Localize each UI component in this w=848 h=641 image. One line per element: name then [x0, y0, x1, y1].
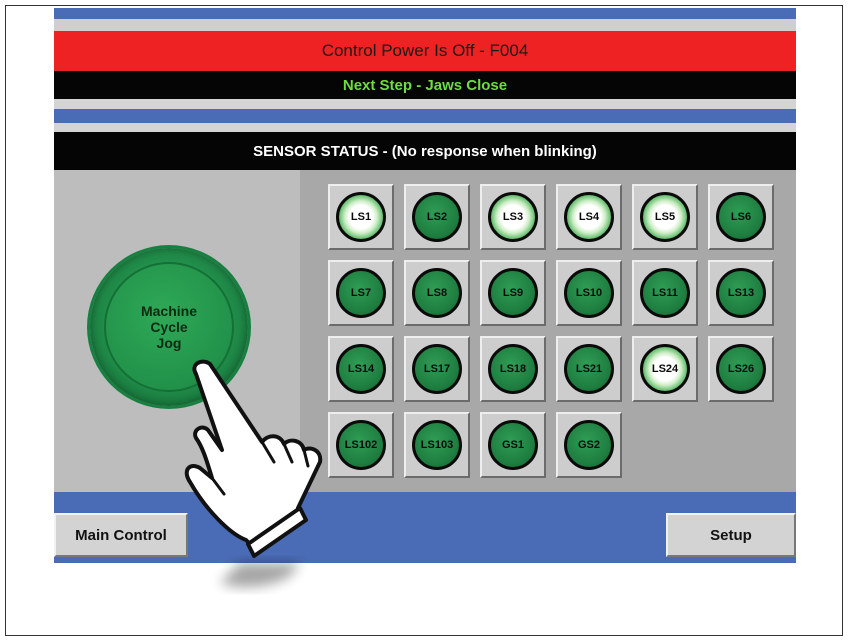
sensor-label: LS21 [575, 363, 603, 375]
sensor-tile: LS5 [632, 184, 698, 250]
sensor-indicator-ls13: LS13 [716, 268, 766, 318]
sensor-tile: LS11 [632, 260, 698, 326]
sensor-tile: LS4 [556, 184, 622, 250]
sensor-label: LS10 [575, 287, 603, 299]
alarm-banner: Control Power Is Off - F004 [54, 31, 796, 71]
divider-strip [54, 99, 796, 109]
alarm-text: Control Power Is Off - F004 [321, 41, 529, 60]
sensor-tile: LS1 [328, 184, 394, 250]
sensor-tile: LS6 [708, 184, 774, 250]
sensor-label: LS8 [426, 287, 448, 299]
sensor-tile: LS24 [632, 336, 698, 402]
sensor-tile: LS8 [404, 260, 470, 326]
top-blue-strip [54, 8, 796, 19]
sensor-tile: GS1 [480, 412, 546, 478]
next-step-text: Next Step - Jaws Close [342, 76, 508, 94]
top-gray-strip [54, 19, 796, 31]
sensor-indicator-ls2: LS2 [412, 192, 462, 242]
sensor-tile: LS103 [404, 412, 470, 478]
sensor-label: LS1 [350, 211, 372, 223]
sensor-indicator-ls7: LS7 [336, 268, 386, 318]
sensor-label: LS13 [727, 287, 755, 299]
sensor-indicator-ls1: LS1 [336, 192, 386, 242]
sensor-tile: GS2 [556, 412, 622, 478]
sensor-tile: LS7 [328, 260, 394, 326]
sensor-indicator-ls103: LS103 [412, 420, 462, 470]
sensor-label: LS4 [578, 211, 600, 223]
sensor-indicator-ls11: LS11 [640, 268, 690, 318]
sensor-tile: LS26 [708, 336, 774, 402]
sensor-indicator-gs2: GS2 [564, 420, 614, 470]
sensor-indicator-ls24: LS24 [640, 344, 690, 394]
sensor-tile: LS10 [556, 260, 622, 326]
sensor-label: LS14 [347, 363, 375, 375]
sensor-indicator-ls18: LS18 [488, 344, 538, 394]
sensor-tile: LS18 [480, 336, 546, 402]
hand-pointer-icon [184, 359, 323, 588]
sensor-tile: LS3 [480, 184, 546, 250]
sensor-label: LS26 [727, 363, 755, 375]
sensor-tile: LS17 [404, 336, 470, 402]
sensor-label: LS2 [426, 211, 448, 223]
jog-label-line2: Cycle [150, 319, 188, 335]
jog-label-line3: Jog [156, 335, 182, 351]
sensor-indicator-ls8: LS8 [412, 268, 462, 318]
sensor-label: LS3 [502, 211, 524, 223]
sensor-label: LS103 [420, 439, 454, 451]
sensor-label: GS1 [501, 439, 524, 451]
sensor-label: LS24 [651, 363, 679, 375]
sensor-indicator-ls3: LS3 [488, 192, 538, 242]
middle-blue-strip [54, 109, 796, 123]
sensor-indicator-ls17: LS17 [412, 344, 462, 394]
sensor-indicator-ls10: LS10 [564, 268, 614, 318]
sensor-grid: LS1 LS2 LS3 LS4 LS5 LS6 LS7 LS8 LS9 LS10 LS11 LS13 L… [300, 170, 796, 492]
sensor-label: LS17 [423, 363, 451, 375]
sensor-label: GS2 [577, 439, 600, 451]
sensor-label: LS6 [730, 211, 752, 223]
sensor-status-title: SENSOR STATUS - (No response when blinki… [253, 142, 597, 160]
sensor-indicator-ls9: LS9 [488, 268, 538, 318]
sensor-label: LS11 [652, 287, 678, 299]
sensor-tile: LS21 [556, 336, 622, 402]
sensor-indicator-ls5: LS5 [640, 192, 690, 242]
sensor-tile: LS9 [480, 260, 546, 326]
sensor-tile: LS2 [404, 184, 470, 250]
sensor-tile: LS13 [708, 260, 774, 326]
sensor-label: LS18 [499, 363, 527, 375]
sensor-indicator-ls4: LS4 [564, 192, 614, 242]
sensor-status-header: SENSOR STATUS - (No response when blinki… [54, 132, 796, 170]
jog-label-line1: Machine [140, 303, 197, 319]
sensor-label: LS7 [350, 287, 372, 299]
sensor-indicator-ls6: LS6 [716, 192, 766, 242]
sensor-label: LS5 [654, 211, 676, 223]
sensor-indicator-ls26: LS26 [716, 344, 766, 394]
divider-strip [54, 123, 796, 132]
sensor-label: LS9 [502, 287, 524, 299]
sensor-indicator-gs1: GS1 [488, 420, 538, 470]
next-step-banner: Next Step - Jaws Close [54, 71, 796, 99]
setup-button[interactable]: Setup [666, 513, 796, 557]
sensor-indicator-ls21: LS21 [564, 344, 614, 394]
